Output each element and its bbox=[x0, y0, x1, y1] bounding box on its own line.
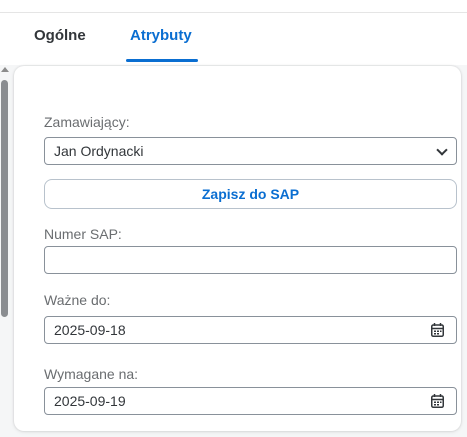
tab-bar: Ogólne Atrybuty bbox=[0, 13, 467, 65]
chevron-down-icon[interactable] bbox=[436, 144, 448, 156]
top-bar bbox=[0, 0, 467, 13]
required-on-value: 2025-09-19 bbox=[54, 393, 126, 409]
calendar-icon[interactable] bbox=[431, 394, 444, 408]
save-to-sap-button[interactable]: Zapisz do SAP bbox=[44, 179, 457, 209]
valid-until-label: Ważne do: bbox=[44, 292, 111, 308]
orderer-value: Jan Ordynacki bbox=[54, 143, 144, 159]
scroll-up-icon[interactable] bbox=[1, 67, 9, 72]
orderer-select[interactable]: Jan Ordynacki bbox=[44, 137, 457, 165]
active-tab-indicator bbox=[126, 59, 198, 62]
valid-until-value: 2025-09-18 bbox=[54, 322, 126, 338]
attributes-panel: Zamawiający: Jan Ordynacki Zapisz do SAP… bbox=[14, 66, 461, 431]
valid-until-date-input[interactable]: 2025-09-18 bbox=[44, 316, 457, 344]
tab-general[interactable]: Ogólne bbox=[34, 13, 86, 65]
calendar-icon[interactable] bbox=[431, 323, 444, 337]
scrollbar-thumb[interactable] bbox=[1, 80, 8, 317]
sap-number-input[interactable] bbox=[44, 246, 457, 274]
required-on-label: Wymagane na: bbox=[44, 366, 139, 382]
tab-attributes[interactable]: Atrybuty bbox=[130, 13, 192, 65]
required-on-date-input[interactable]: 2025-09-19 bbox=[44, 387, 457, 415]
orderer-label: Zamawiający: bbox=[44, 114, 130, 130]
sap-number-label: Numer SAP: bbox=[44, 226, 122, 242]
